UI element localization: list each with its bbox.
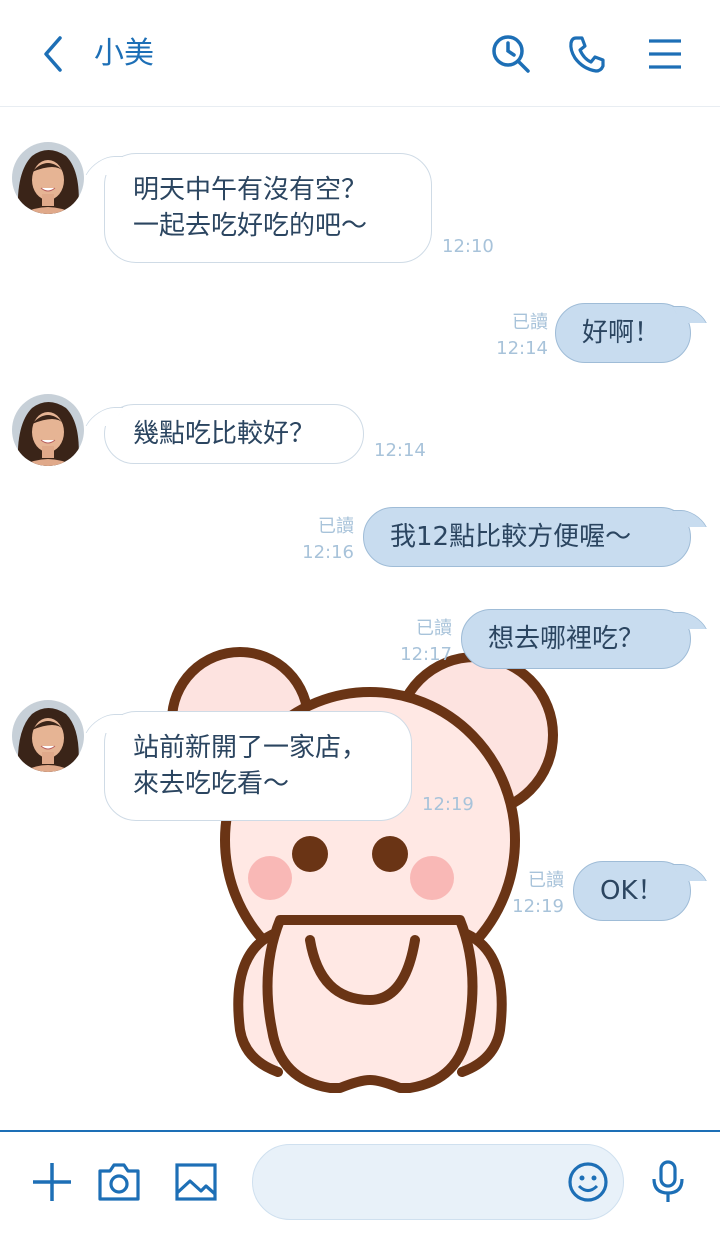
- message-text: OK！: [600, 876, 664, 906]
- message-time: 12:10: [442, 236, 494, 257]
- contact-avatar[interactable]: [12, 142, 84, 214]
- search-button[interactable]: [484, 27, 538, 81]
- emoji-button[interactable]: [563, 1157, 613, 1207]
- back-icon: [44, 36, 62, 72]
- message-text: 幾點吃比較好？: [133, 419, 316, 449]
- message-time: 12:19: [512, 896, 564, 917]
- avatar-photo: [12, 142, 84, 214]
- camera-icon: [98, 1163, 140, 1201]
- read-status: 已讀: [512, 312, 548, 333]
- plus-icon: [33, 1163, 71, 1201]
- message-time: 12:14: [374, 440, 426, 461]
- message-input-box[interactable]: [252, 1144, 624, 1220]
- message-bubble-incoming[interactable]: 幾點吃比較好？: [104, 404, 364, 464]
- microphone-icon: [652, 1160, 684, 1202]
- message-bubble-incoming[interactable]: 站前新開了一家店， 來去吃吃看～: [104, 711, 412, 821]
- message-time: 12:16: [302, 542, 354, 563]
- photo-button[interactable]: [171, 1157, 221, 1207]
- message-time: 12:17: [400, 644, 452, 665]
- phone-icon: [569, 36, 605, 73]
- message-composer-bar: [0, 1130, 720, 1234]
- message-text: 想去哪裡吃？: [488, 624, 645, 654]
- chat-header: 小美: [0, 0, 720, 107]
- call-button[interactable]: [560, 27, 614, 81]
- message-time: 12:14: [496, 338, 548, 359]
- contact-avatar[interactable]: [12, 700, 84, 772]
- camera-button[interactable]: [94, 1157, 144, 1207]
- add-attachment-button[interactable]: [27, 1157, 77, 1207]
- read-status: 已讀: [416, 618, 452, 639]
- emoji-icon: [568, 1162, 608, 1202]
- message-bubble-outgoing[interactable]: 好啊！: [555, 303, 691, 363]
- image-icon: [175, 1163, 217, 1201]
- contact-name[interactable]: 小美: [94, 32, 154, 76]
- message-text-line: 站前新開了一家店，: [133, 733, 368, 763]
- message-text-line: 來去吃吃看～: [133, 769, 290, 799]
- back-button[interactable]: [26, 27, 80, 81]
- message-text: 好啊！: [582, 318, 661, 348]
- message-bubble-outgoing[interactable]: OK！: [573, 861, 691, 921]
- menu-icon: [649, 39, 681, 69]
- message-bubble-outgoing[interactable]: 想去哪裡吃？: [461, 609, 691, 669]
- message-input[interactable]: [277, 1163, 561, 1205]
- voice-button[interactable]: [643, 1157, 693, 1207]
- message-bubble-outgoing[interactable]: 我12點比較方便喔～: [363, 507, 691, 567]
- message-time: 12:19: [422, 794, 474, 815]
- read-status: 已讀: [528, 870, 564, 891]
- menu-button[interactable]: [638, 27, 692, 81]
- message-text: 我12點比較方便喔～: [390, 522, 632, 552]
- contact-avatar[interactable]: [12, 394, 84, 466]
- message-text-line: 一起去吃好吃的吧～: [133, 211, 368, 241]
- search-history-icon: [492, 35, 530, 73]
- avatar-photo: [12, 394, 84, 466]
- message-bubble-incoming[interactable]: 明天中午有沒有空？ 一起去吃好吃的吧～: [104, 153, 432, 263]
- message-text-line: 明天中午有沒有空？: [133, 175, 368, 205]
- avatar-photo: [12, 700, 84, 772]
- read-status: 已讀: [318, 516, 354, 537]
